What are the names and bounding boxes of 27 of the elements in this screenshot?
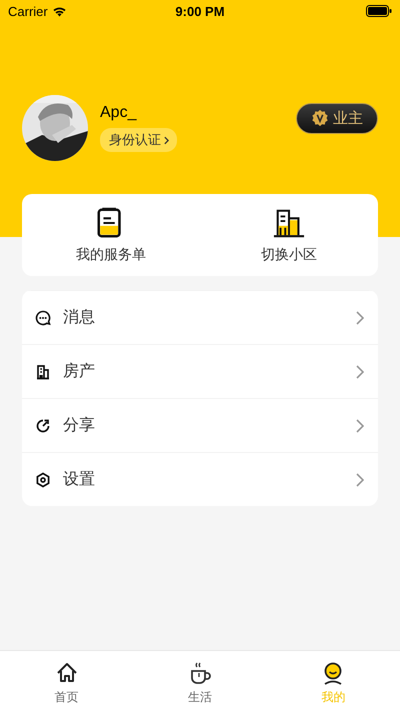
owner-badge[interactable]: 业主 (296, 102, 378, 134)
status-time: 9:00 PM (175, 4, 225, 18)
tab-item[interactable]: 首页 (0, 651, 134, 711)
building-icon (35, 364, 51, 380)
shortcut-button[interactable]: 我的服务单 (22, 194, 200, 276)
menu-item[interactable]: 分享 (22, 398, 378, 452)
chevron-icon (356, 472, 364, 486)
menu-item[interactable]: 消息 (22, 290, 378, 344)
share-icon (35, 418, 51, 434)
badge-icon (311, 109, 329, 127)
chevron-icon (164, 136, 169, 144)
user-name: Apc_ (100, 104, 138, 122)
carrier-name: Carrier (8, 4, 48, 18)
menu-item[interactable]: 房产 (22, 344, 378, 398)
chevron-icon (356, 418, 364, 432)
shortcut-button[interactable]: 切换小区 (200, 194, 378, 276)
tab-item[interactable]: 生活 (133, 651, 267, 711)
chat-bubble-icon (35, 310, 51, 326)
house-icon (54, 661, 79, 685)
battery-icon (366, 5, 392, 17)
verify-button[interactable]: 身份认证 (100, 128, 177, 152)
building-icon (272, 206, 306, 238)
menu-item[interactable]: 设置 (22, 452, 378, 506)
chevron-icon (356, 310, 364, 324)
wifi-icon (52, 6, 67, 16)
settings-icon (35, 472, 51, 488)
chevron-icon (356, 364, 364, 378)
